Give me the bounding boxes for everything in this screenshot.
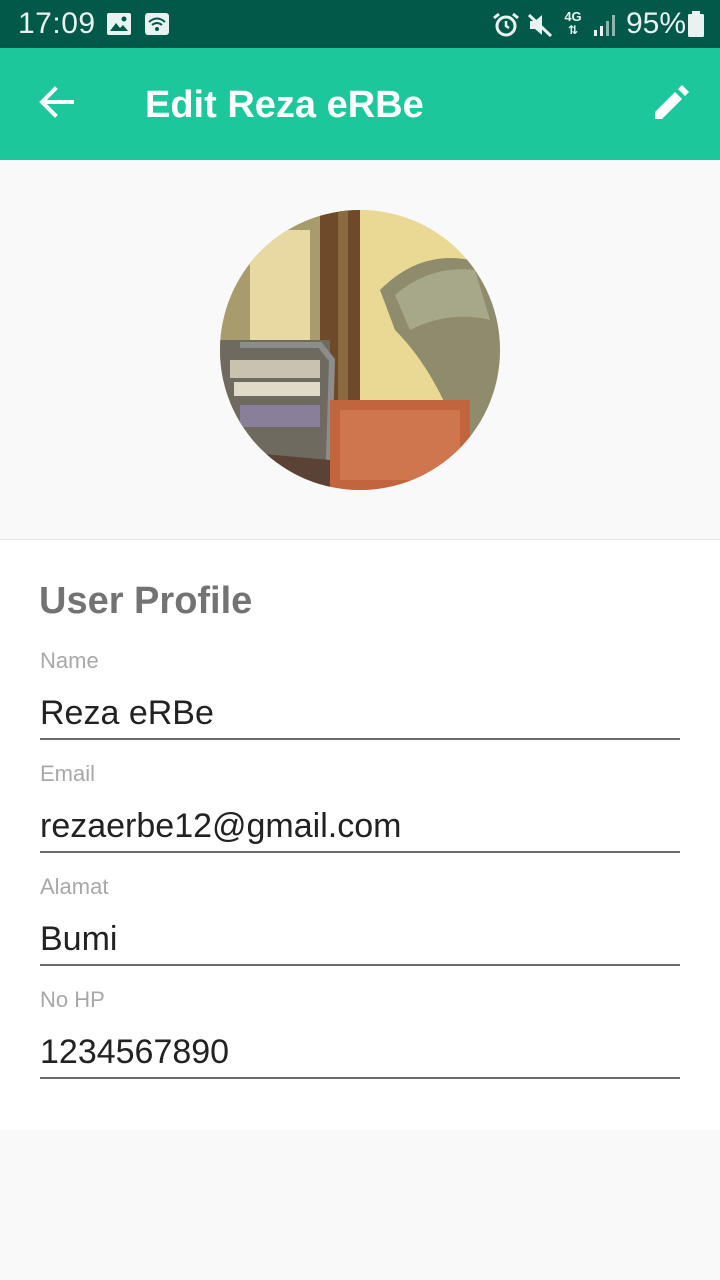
- user-profile-card: User Profile Name Email Alamat No HP: [0, 540, 720, 1130]
- name-field[interactable]: [40, 688, 680, 740]
- page-title: Edit Reza eRBe: [145, 84, 424, 126]
- profile-avatar[interactable]: [220, 210, 500, 490]
- email-field[interactable]: [40, 801, 680, 853]
- network-type: 4G ⇅: [564, 9, 582, 37]
- arrow-left-icon: [38, 85, 74, 124]
- app-bar: Edit Reza eRBe: [0, 48, 720, 160]
- pencil-icon: [653, 83, 691, 126]
- mute-icon: [526, 12, 554, 43]
- status-bar: 17:09 4G ⇅ 95%: [0, 0, 720, 48]
- avatar-section: [0, 160, 720, 540]
- image-icon: [106, 12, 132, 41]
- address-field[interactable]: [40, 914, 680, 966]
- phone-field[interactable]: [40, 1027, 680, 1079]
- email-label: Email: [40, 761, 96, 786]
- name-label: Name: [40, 648, 99, 673]
- section-title: User Profile: [39, 580, 253, 622]
- wifi-icon: [144, 12, 170, 41]
- status-time: 17:09: [18, 7, 96, 40]
- signal-icon: [592, 12, 618, 43]
- back-button[interactable]: [30, 78, 82, 130]
- battery-icon: [688, 11, 704, 42]
- edit-button[interactable]: [646, 78, 698, 130]
- alarm-icon: [492, 12, 520, 43]
- battery-percentage: 95%: [626, 7, 687, 40]
- phone-label: No HP: [40, 987, 105, 1012]
- address-label: Alamat: [40, 874, 109, 899]
